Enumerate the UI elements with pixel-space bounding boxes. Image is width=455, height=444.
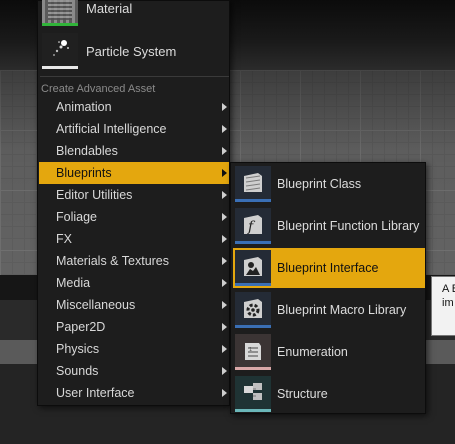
section-header: Create Advanced Asset (41, 83, 156, 95)
submenu-item-label: Blueprint Macro Library (277, 303, 407, 317)
blueprint-macro-library-icon (235, 292, 271, 328)
structure-icon (235, 376, 271, 412)
asset-label: Particle System (86, 43, 177, 59)
submenu-arrow-icon (222, 257, 227, 265)
tooltip-line: A B (442, 283, 455, 295)
enumeration-icon: 1 (235, 334, 271, 370)
menu-item-label: Animation (56, 100, 112, 114)
menu-item-blueprints[interactable]: Blueprints (39, 162, 229, 184)
menu-item-label: Blendables (56, 144, 118, 158)
submenu-item-enumeration[interactable]: 1 Enumeration (233, 332, 425, 372)
menu-item-animation[interactable]: Animation (39, 96, 229, 118)
menu-item-artificial-intelligence[interactable]: Artificial Intelligence (39, 118, 229, 140)
submenu-item-label: Blueprint Class (277, 177, 362, 191)
submenu-item-blueprint-macro-library[interactable]: Blueprint Macro Library (233, 290, 425, 330)
menu-item-materials-textures[interactable]: Materials & Textures (39, 250, 229, 272)
svg-text:1: 1 (249, 347, 252, 353)
menu-item-label: Physics (56, 342, 100, 356)
menu-item-label: Media (56, 276, 91, 290)
submenu-arrow-icon (222, 323, 227, 331)
submenu-item-blueprint-function-library[interactable]: f Blueprint Function Library (233, 206, 425, 246)
submenu-item-label: Enumeration (277, 345, 348, 359)
submenu-arrow-icon (222, 235, 227, 243)
menu-item-editor-utilities[interactable]: Editor Utilities (39, 184, 229, 206)
submenu-arrow-icon (222, 389, 227, 397)
submenu-item-label: Blueprint Function Library (277, 219, 420, 233)
menu-item-label: Materials & Textures (56, 254, 170, 268)
asset-label: Material (86, 0, 133, 16)
menu-item-label: Foliage (56, 210, 97, 224)
submenu-arrow-icon (222, 147, 227, 155)
submenu-item-structure[interactable]: Structure (233, 374, 425, 414)
submenu-arrow-icon (222, 367, 227, 375)
submenu-arrow-icon (222, 345, 227, 353)
blueprint-class-icon (235, 166, 271, 202)
menu-item-label: Sounds (56, 364, 99, 378)
menu-item-foliage[interactable]: Foliage (39, 206, 229, 228)
menu-item-label: Blueprints (56, 166, 112, 180)
submenu-arrow-icon (222, 169, 227, 177)
menu-item-user-interface[interactable]: User Interface (39, 382, 229, 404)
blueprint-interface-icon (235, 250, 271, 286)
particle-system-icon (42, 33, 78, 69)
menu-item-media[interactable]: Media (39, 272, 229, 294)
submenu-arrow-icon (222, 301, 227, 309)
menu-item-label: Paper2D (56, 320, 106, 334)
submenu-item-label: Structure (277, 387, 328, 401)
menu-item-label: Editor Utilities (56, 188, 133, 202)
menu-item-physics[interactable]: Physics (39, 338, 229, 360)
submenu-arrow-icon (222, 279, 227, 287)
menu-item-label: Miscellaneous (56, 298, 136, 312)
menu-item-sounds[interactable]: Sounds (39, 360, 229, 382)
tooltip-line: im (442, 297, 454, 309)
submenu-arrow-icon (222, 125, 227, 133)
submenu-item-blueprint-class[interactable]: Blueprint Class (233, 164, 425, 204)
menu-item-material[interactable]: Material (40, 0, 229, 27)
blueprints-submenu: Blueprint Class f Blueprint Function Lib… (230, 162, 426, 414)
menu-item-paper2d[interactable]: Paper2D (39, 316, 229, 338)
menu-divider (40, 76, 229, 77)
menu-item-blendables[interactable]: Blendables (39, 140, 229, 162)
menu-item-label: User Interface (56, 386, 135, 400)
tooltip: A B im (431, 276, 455, 336)
menu-item-label: FX (56, 232, 72, 246)
menu-item-label: Artificial Intelligence (56, 122, 167, 136)
submenu-arrow-icon (222, 213, 227, 221)
submenu-item-blueprint-interface[interactable]: Blueprint Interface (233, 248, 425, 288)
submenu-item-label: Blueprint Interface (277, 261, 379, 275)
menu-item-particle-system[interactable]: Particle System (40, 32, 229, 70)
submenu-arrow-icon (222, 191, 227, 199)
blueprint-function-library-icon: f (235, 208, 271, 244)
menu-item-fx[interactable]: FX (39, 228, 229, 250)
menu-item-miscellaneous[interactable]: Miscellaneous (39, 294, 229, 316)
material-icon (42, 0, 78, 26)
create-asset-menu: Material Particle System Create Advanced… (37, 0, 230, 406)
submenu-arrow-icon (222, 103, 227, 111)
